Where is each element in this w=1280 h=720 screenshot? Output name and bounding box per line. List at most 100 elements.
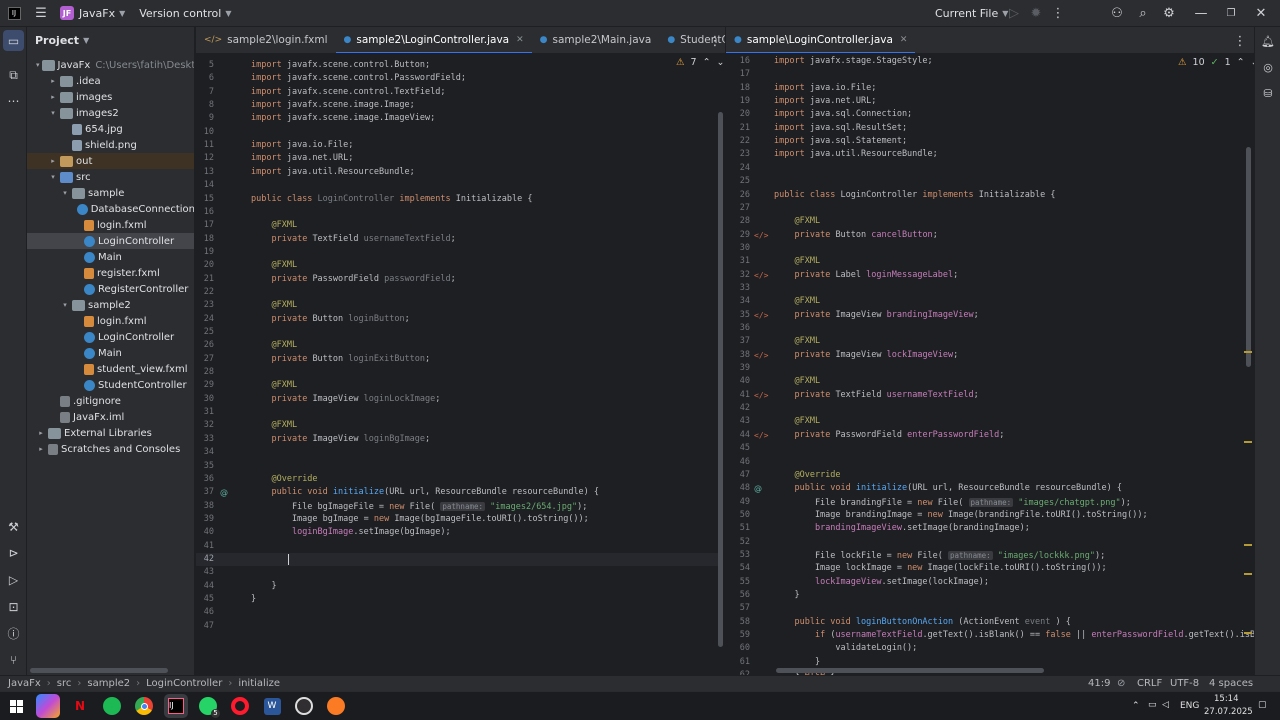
- tree-item[interactable]: .gitignore: [27, 393, 194, 409]
- intellij-icon[interactable]: IJ: [164, 694, 188, 718]
- read-only-icon[interactable]: ⊘: [1117, 678, 1125, 689]
- tree-item[interactable]: login.fxml: [27, 313, 194, 329]
- git-tool-icon[interactable]: ⑂: [3, 649, 24, 670]
- file-encoding[interactable]: UTF-8: [1170, 678, 1199, 689]
- tree-item[interactable]: StudentController: [27, 377, 194, 393]
- right-horizontal-scrollbar[interactable]: [776, 668, 1044, 673]
- caret-position[interactable]: 41:9: [1088, 678, 1110, 689]
- chrome-icon[interactable]: [132, 694, 156, 718]
- tree-item[interactable]: Main: [27, 345, 194, 361]
- error-stripe-mark[interactable]: [1244, 632, 1252, 634]
- tree-item[interactable]: ▸ .idea: [27, 73, 194, 89]
- windows-start-icon[interactable]: [4, 694, 28, 718]
- override-marker-icon[interactable]: @: [220, 488, 228, 497]
- clock-date[interactable]: 27.07.2025: [1204, 707, 1253, 717]
- left-vertical-scrollbar[interactable]: [718, 112, 723, 647]
- volume-icon[interactable]: ◁: [1162, 700, 1169, 710]
- tray-chevron-up-icon[interactable]: ⌃: [1132, 701, 1140, 711]
- collapse-arrow-icon[interactable]: ▸: [36, 429, 46, 437]
- tree-item[interactable]: ▾ images2: [27, 105, 194, 121]
- network-icon[interactable]: ▭: [1148, 700, 1157, 710]
- tabs-more-icon[interactable]: ⋮: [704, 30, 726, 52]
- opera-icon[interactable]: [228, 694, 252, 718]
- editor-tab[interactable]: ● sample\LoginController.java ✕: [726, 27, 916, 53]
- more-tools-icon[interactable]: ⋯: [3, 90, 24, 111]
- close-tab-icon[interactable]: ✕: [516, 35, 524, 45]
- database-icon[interactable]: ⛁: [1258, 83, 1278, 103]
- fxml-link-icon[interactable]: </>: [754, 431, 768, 440]
- expand-arrow-icon[interactable]: ▾: [60, 189, 70, 197]
- close-window-icon[interactable]: ✕: [1250, 2, 1272, 24]
- fxml-link-icon[interactable]: </>: [754, 231, 768, 240]
- run-config-selector[interactable]: Current File ▼: [935, 0, 1008, 27]
- terminal-tool-icon[interactable]: ⊡: [3, 596, 24, 617]
- editor-tab[interactable]: ● sample2\LoginController.java ✕: [335, 27, 532, 53]
- tree-item[interactable]: ▸ External Libraries: [27, 425, 194, 441]
- tree-item[interactable]: ▾ src: [27, 169, 194, 185]
- breadcrumb-item[interactable]: initialize: [238, 678, 280, 689]
- debug-icon[interactable]: ✹: [1025, 2, 1047, 24]
- error-stripe-mark[interactable]: [1244, 544, 1252, 546]
- override-marker-icon[interactable]: @: [754, 484, 762, 493]
- tree-item[interactable]: ▾ sample2: [27, 297, 194, 313]
- fxml-link-icon[interactable]: </>: [754, 311, 768, 320]
- indent-setting[interactable]: 4 spaces: [1209, 678, 1253, 689]
- expand-arrow-icon[interactable]: ▾: [48, 173, 58, 181]
- editor-tab[interactable]: </> sample2\login.fxml: [196, 27, 336, 53]
- maximize-window-icon[interactable]: ❐: [1220, 2, 1242, 24]
- fxml-link-icon[interactable]: </>: [754, 351, 768, 360]
- expand-arrow-icon[interactable]: ▾: [60, 301, 70, 309]
- close-tab-icon[interactable]: ✕: [900, 35, 908, 45]
- tree-item[interactable]: DatabaseConnection: [27, 201, 194, 217]
- collapse-arrow-icon[interactable]: ▸: [48, 93, 58, 101]
- obs-icon[interactable]: [292, 694, 316, 718]
- spotify-icon[interactable]: [100, 694, 124, 718]
- tree-item[interactable]: LoginController: [27, 329, 194, 345]
- tree-item[interactable]: ▾ sample: [27, 185, 194, 201]
- fxml-link-icon[interactable]: </>: [754, 271, 768, 280]
- line-separator[interactable]: CRLF: [1137, 678, 1162, 689]
- breadcrumb-item[interactable]: LoginController: [146, 678, 222, 689]
- copilot-icon[interactable]: [36, 694, 60, 718]
- tree-item[interactable]: JavaFx.iml: [27, 409, 194, 425]
- tree-item[interactable]: shield.png: [27, 137, 194, 153]
- problems-tool-icon[interactable]: ⓘ: [3, 623, 24, 644]
- tree-item[interactable]: student_view.fxml: [27, 361, 194, 377]
- editor-tab[interactable]: ● sample2\Main.java: [532, 27, 660, 53]
- app-logo-icon[interactable]: IJ: [2, 2, 26, 24]
- input-language[interactable]: ENG: [1180, 701, 1199, 711]
- collapse-arrow-icon[interactable]: ▸: [48, 77, 58, 85]
- tree-item[interactable]: ▸ out: [27, 153, 194, 169]
- add-user-icon[interactable]: ⚇: [1106, 2, 1128, 24]
- breadcrumb-item[interactable]: src: [57, 678, 72, 689]
- run-tool-icon[interactable]: ▷: [3, 569, 24, 590]
- project-selector[interactable]: JF JavaFx ▼: [60, 0, 125, 27]
- chevron-up-icon[interactable]: ⌃: [703, 57, 711, 68]
- word-icon[interactable]: W: [260, 694, 284, 718]
- more-actions-icon[interactable]: ⋮: [1047, 2, 1069, 24]
- project-horizontal-scrollbar[interactable]: [30, 668, 168, 673]
- expand-arrow-icon[interactable]: ▾: [48, 109, 58, 117]
- inspection-widget[interactable]: ⚠ 7 ⌃ ⌄: [676, 57, 725, 68]
- error-stripe-mark[interactable]: [1244, 441, 1252, 443]
- tree-item[interactable]: Main: [27, 249, 194, 265]
- project-tool-icon[interactable]: ▭: [3, 30, 24, 51]
- minimize-window-icon[interactable]: —: [1190, 2, 1212, 24]
- error-stripe-mark[interactable]: [1244, 351, 1252, 353]
- main-menu-icon[interactable]: ☰: [30, 2, 52, 24]
- services-tool-icon[interactable]: ⊳: [3, 542, 24, 563]
- tree-item[interactable]: 654.jpg: [27, 121, 194, 137]
- tree-item[interactable]: ▾ JavaFx C:\Users\fatih\Desktop\: [27, 57, 194, 73]
- tabs-more-icon[interactable]: ⋮: [1229, 30, 1251, 52]
- fxml-link-icon[interactable]: </>: [754, 391, 768, 400]
- build-tool-icon[interactable]: ⚒: [3, 516, 24, 537]
- collapse-arrow-icon[interactable]: ▸: [48, 157, 58, 165]
- expand-arrow-icon[interactable]: ▾: [36, 61, 40, 69]
- tree-item[interactable]: register.fxml: [27, 265, 194, 281]
- xampp-icon[interactable]: [324, 694, 348, 718]
- project-panel-header[interactable]: Project ▼: [27, 27, 194, 54]
- structure-tool-icon[interactable]: ⧉: [3, 65, 24, 86]
- inspection-widget[interactable]: ⚠ 10 ✓ 1 ⌃ ⌄: [1178, 57, 1259, 68]
- right-vertical-scrollbar[interactable]: [1246, 147, 1251, 367]
- notifications-icon[interactable]: 🔔︎: [1258, 31, 1278, 51]
